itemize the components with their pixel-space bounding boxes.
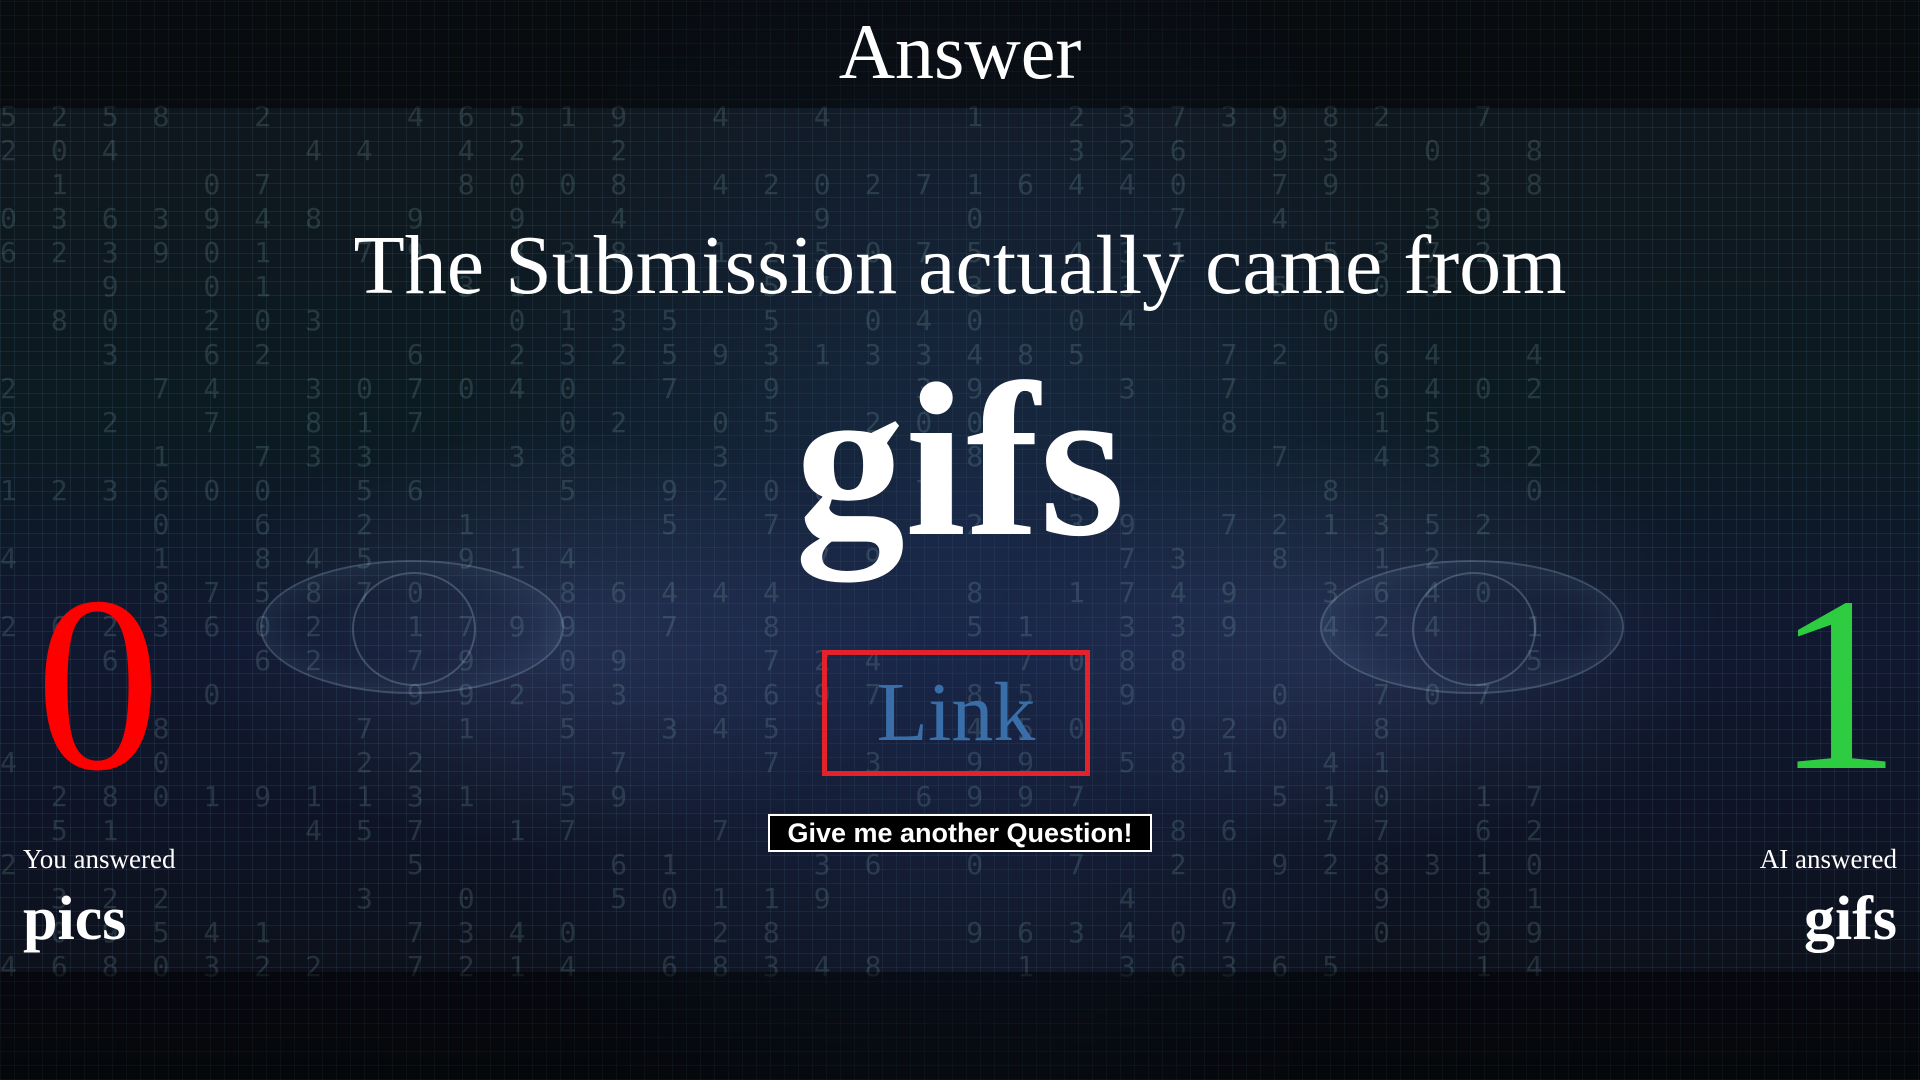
ai-answered-label: AI answered — [1759, 844, 1897, 874]
ai-answer: gifs — [1804, 885, 1897, 953]
answer-page: 5258 2 46519 4 4 1 2373982 7 204 44 42 2… — [0, 0, 1920, 1080]
player-score: 0 — [35, 546, 161, 823]
footer-bar — [0, 972, 1920, 1080]
right-eye-decoration — [1320, 560, 1624, 694]
player-answer: pics — [23, 885, 127, 953]
player-answered-label: You answered — [23, 844, 176, 874]
submission-link-label: Link — [876, 666, 1036, 759]
ai-score: 1 — [1775, 546, 1901, 823]
page-title: Answer — [838, 8, 1082, 95]
result-intro-text: The Submission actually came from — [353, 219, 1567, 312]
next-question-button[interactable]: Give me another Question! — [768, 814, 1152, 852]
correct-answer: gifs — [795, 338, 1125, 582]
submission-link[interactable]: Link — [822, 650, 1090, 776]
left-eye-decoration — [260, 560, 564, 694]
